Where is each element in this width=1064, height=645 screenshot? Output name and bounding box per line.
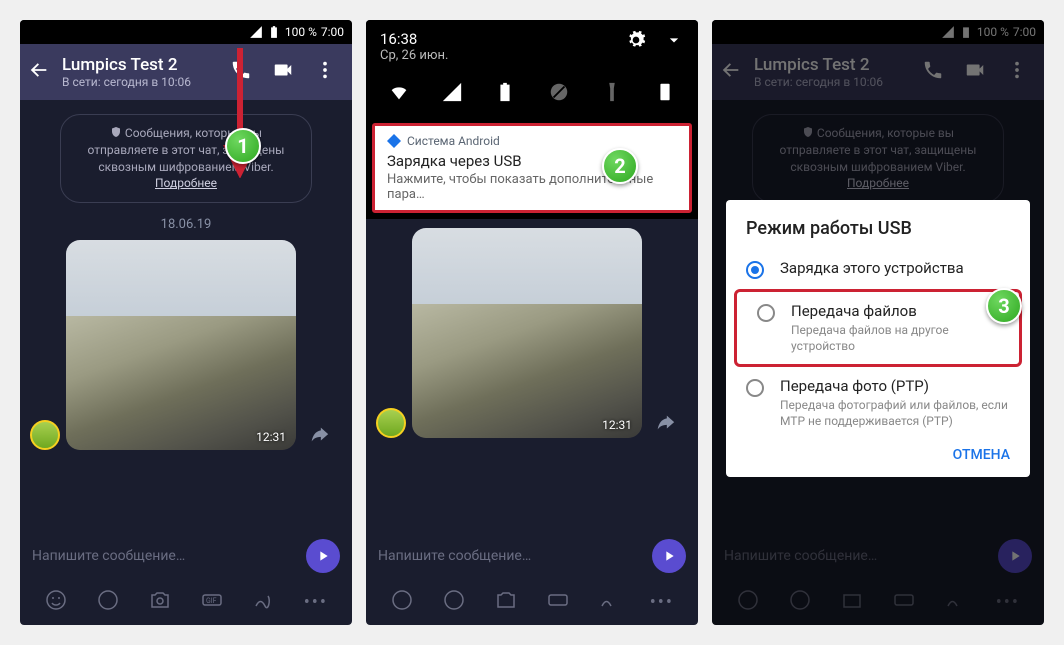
dialog-cancel-button[interactable]: ОТМЕНА [726, 439, 1030, 469]
radio-label: Зарядка этого устройства [780, 259, 964, 277]
shield-icon [110, 126, 122, 138]
battery-icon [267, 25, 281, 39]
forward-button [654, 412, 676, 438]
composer: Напишите сообщение… [366, 533, 698, 579]
android-logo-icon [387, 134, 401, 148]
radio-charge[interactable]: Зарядка этого устройства [726, 249, 1030, 289]
radio-sublabel: Передача фотографий или файлов, если MTP… [780, 398, 1010, 429]
cellular-toggle[interactable] [441, 81, 463, 107]
settings-icon[interactable] [626, 30, 646, 54]
clock-text: 7:00 [321, 25, 344, 39]
step-badge-3: 3 [986, 288, 1022, 324]
avatar[interactable] [30, 420, 60, 450]
phone-screen-2: 16:38 Ср, 26 июн. Система Android Зарядк… [366, 20, 698, 625]
battery-text: 100 % [285, 25, 317, 39]
battery-toggle[interactable] [494, 81, 516, 107]
gif-icon [546, 588, 570, 616]
shade-time: 16:38 [380, 30, 448, 48]
portrait-toggle[interactable] [654, 81, 676, 107]
image-message[interactable]: 12:31 [66, 240, 296, 450]
radio-label: Передача файлов [791, 302, 999, 320]
attachment-bar: GIF ••• [20, 579, 352, 625]
status-bar: 100 % 7:00 [20, 20, 352, 44]
radio-icon [746, 379, 764, 397]
forward-button[interactable] [308, 424, 330, 450]
usb-mode-dialog: Режим работы USB Зарядка этого устройств… [726, 200, 1030, 477]
step-badge-1: 1 [225, 128, 261, 164]
record-button [652, 539, 686, 573]
composer-placeholder: Напишите сообщение… [32, 548, 306, 564]
shade-date: Ср, 26 июн. [380, 48, 448, 63]
more-attachments: ••• [650, 592, 674, 613]
camera-icon [494, 588, 518, 616]
emoji-icon [390, 588, 414, 616]
usb-notification[interactable]: Система Android Зарядка через USB Нажмит… [372, 123, 692, 213]
wifi-toggle[interactable] [388, 81, 410, 107]
record-button[interactable] [306, 539, 340, 573]
encryption-notice: Сообщения, которые вы отправляете в этот… [60, 114, 312, 203]
doodle-icon[interactable] [252, 588, 276, 616]
signal-icon [249, 25, 263, 39]
gif-icon[interactable]: GIF [200, 588, 224, 616]
more-button[interactable] [314, 59, 336, 85]
svg-text:GIF: GIF [206, 597, 217, 605]
sticker-icon[interactable] [96, 588, 120, 616]
dnd-toggle[interactable] [548, 81, 570, 107]
dialog-title: Режим работы USB [726, 218, 1030, 249]
date-separator: 18.06.19 [20, 217, 352, 232]
chat-header: Lumpics Test 2 В сети: сегодня в 10:06 [20, 44, 352, 100]
notification-shade[interactable]: 16:38 Ср, 26 июн. Система Android Зарядк… [366, 20, 698, 219]
composer[interactable]: Напишите сообщение… [20, 533, 352, 579]
radio-file-transfer[interactable]: Передача файлов Передача файлов на друго… [737, 292, 1019, 364]
message-time: 12:31 [256, 430, 286, 444]
expand-icon[interactable] [664, 30, 684, 54]
quick-settings [366, 69, 698, 123]
avatar [376, 408, 406, 438]
radio-sublabel: Передача файлов на другое устройство [791, 323, 999, 354]
radio-label: Передача фото (PTP) [780, 377, 1010, 395]
radio-icon [746, 261, 764, 279]
chat-title-block[interactable]: Lumpics Test 2 В сети: сегодня в 10:06 [62, 55, 218, 89]
image-message: 12:31 [412, 228, 642, 438]
contact-status: В сети: сегодня в 10:06 [62, 75, 218, 89]
chat-body: Сообщения, которые вы отправляете в этот… [20, 100, 352, 533]
phone-screen-3: 100 % 7:00 Lumpics Test 2 В сети: сегодн… [712, 20, 1044, 625]
phone-screen-1: 100 % 7:00 Lumpics Test 2 В сети: сегодн… [20, 20, 352, 625]
step-badge-2: 2 [602, 148, 638, 184]
more-attachments[interactable]: ••• [304, 592, 328, 613]
attachment-bar: ••• [366, 579, 698, 625]
contact-name: Lumpics Test 2 [62, 55, 218, 75]
emoji-icon[interactable] [44, 588, 68, 616]
camera-icon[interactable] [148, 588, 172, 616]
video-call-button[interactable] [272, 59, 294, 85]
radio-icon [757, 304, 775, 322]
radio-ptp[interactable]: Передача фото (PTP) Передача фотографий … [726, 367, 1030, 439]
message-row: 12:31 [30, 240, 342, 450]
flashlight-toggle[interactable] [601, 81, 623, 107]
notification-app-name: Система Android [407, 134, 500, 148]
doodle-icon [598, 588, 622, 616]
encryption-more-link[interactable]: Подробнее [155, 176, 217, 190]
sticker-icon [442, 588, 466, 616]
back-button[interactable] [28, 59, 50, 85]
